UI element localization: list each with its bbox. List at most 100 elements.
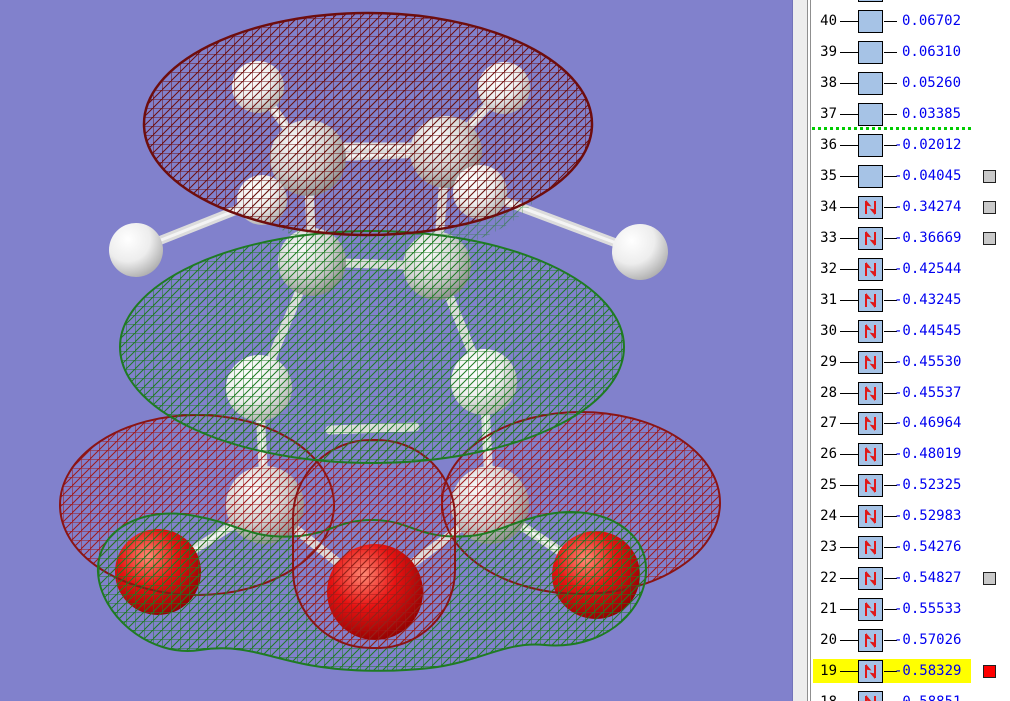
level-line-left [840, 640, 858, 642]
orbital-box-icon[interactable] [858, 659, 883, 683]
orbital-number: 22 [820, 570, 837, 587]
orbital-box-icon[interactable] [858, 288, 883, 312]
orbital-number: 37 [820, 106, 837, 123]
positive-lobe-top [142, 11, 594, 237]
orbital-row[interactable]: 23 -0.54276 [811, 532, 1010, 563]
orbital-checkbox[interactable] [983, 572, 996, 586]
orbital-list[interactable]: 41 40 0.06702 39 [811, 0, 1010, 701]
spin-pair-icon [865, 694, 876, 701]
orbital-energy: -0.58851 [894, 694, 961, 701]
orbital-box-icon[interactable] [858, 350, 883, 374]
spin-pair-icon [865, 261, 876, 277]
orbital-box-icon[interactable] [858, 505, 883, 529]
orbital-row[interactable]: 21 -0.55533 [811, 594, 1010, 625]
orbital-row[interactable]: 29 -0.45530 [811, 347, 1010, 378]
orbital-energy: -0.42544 [894, 260, 962, 277]
orbital-number: 36 [820, 137, 837, 153]
orbital-energy: -0.45537 [894, 384, 962, 401]
orbital-box-icon[interactable] [858, 257, 883, 281]
spin-pair-icon [865, 602, 876, 618]
orbital-row[interactable]: 27 -0.46964 [811, 408, 1010, 439]
orbital-number: 35 [820, 167, 837, 184]
orbital-number: 18 [815, 694, 837, 701]
orbital-number: 28 [820, 384, 837, 401]
orbital-row[interactable]: 34 -0.34274 [811, 192, 1010, 223]
orbital-box-icon[interactable] [858, 72, 883, 96]
orbital-row[interactable]: 32 -0.42544 [811, 254, 1010, 285]
orbital-box-icon[interactable] [858, 195, 883, 219]
virtual-occupied-divider [812, 127, 974, 131]
orbital-row[interactable]: 18 -0.58851 [811, 687, 1010, 701]
orbital-box-icon[interactable] [858, 690, 883, 701]
level-line-left [840, 454, 858, 456]
orbital-row[interactable]: 28 -0.45537 [811, 378, 1010, 409]
orbital-row[interactable]: 36 -0.02012 [811, 130, 1010, 161]
molecule-viewport[interactable] [0, 0, 792, 701]
orbital-box-icon[interactable] [858, 381, 883, 405]
orbital-box-icon[interactable] [858, 41, 883, 65]
spin-pair-icon [865, 633, 876, 649]
orbital-number: 34 [820, 198, 837, 215]
orbital-box-icon[interactable] [858, 10, 883, 34]
level-line-left [840, 21, 858, 23]
orbital-energy: -0.52983 [894, 508, 962, 525]
level-line-left [840, 547, 858, 549]
orbital-number: 21 [820, 601, 837, 618]
orbital-box-icon[interactable] [858, 412, 883, 436]
spin-pair-icon [865, 292, 876, 308]
orbital-row[interactable]: 24 -0.52983 [811, 501, 1010, 532]
orbital-box-icon[interactable] [858, 567, 883, 591]
orbital-energy: -0.02012 [894, 137, 962, 153]
orbital-box-icon[interactable] [858, 474, 883, 498]
orbital-row[interactable]: 37 0.03385 [811, 99, 1010, 130]
level-line-left [840, 268, 858, 270]
level-line-left [840, 578, 858, 580]
orbital-row[interactable]: 38 0.05260 [811, 68, 1010, 99]
orbital-energy: -0.45530 [894, 353, 962, 370]
orbital-box-icon[interactable] [858, 103, 883, 127]
orbital-row[interactable]: 40 0.06702 [811, 6, 1010, 37]
level-line-left [840, 83, 858, 85]
orbital-row[interactable]: 35 -0.04045 [811, 161, 1010, 192]
level-line-right [884, 52, 897, 54]
orbital-box-icon[interactable] [858, 536, 883, 560]
level-line-left [840, 299, 858, 301]
orbital-box-icon[interactable] [858, 226, 883, 250]
orbital-row[interactable]: 22 -0.54827 [811, 563, 1010, 594]
level-line-left [840, 516, 858, 518]
orbital-row[interactable]: 39 0.06310 [811, 37, 1010, 68]
orbital-box-icon[interactable] [858, 319, 883, 343]
spin-pair-icon [865, 230, 876, 246]
negative-lobe-middle [119, 230, 625, 464]
orbital-checkbox[interactable] [983, 231, 996, 245]
orbital-checkbox[interactable] [983, 169, 996, 183]
orbital-energy: 0.05260 [902, 75, 962, 92]
orbital-box-icon[interactable] [858, 629, 883, 653]
orbital-energy: -0.36669 [894, 229, 962, 246]
orbital-box-icon[interactable] [858, 134, 883, 157]
orbital-number: 25 [820, 477, 837, 494]
orbital-energy: -0.34274 [894, 198, 962, 215]
orbital-row[interactable]: 31 -0.43245 [811, 285, 1010, 316]
orbital-row[interactable]: 20 -0.57026 [811, 625, 1010, 656]
level-line-left [840, 175, 858, 177]
orbital-row[interactable]: 19 -0.58329 [811, 656, 1010, 687]
orbital-box-icon[interactable] [858, 164, 883, 188]
orbital-box-icon[interactable] [858, 0, 883, 3]
orbital-row[interactable]: 30 -0.44545 [811, 316, 1010, 347]
orbital-box-icon[interactable] [858, 598, 883, 622]
orbital-row[interactable]: 26 -0.48019 [811, 439, 1010, 470]
hydrogen-atom [612, 224, 668, 280]
level-line-left [840, 330, 858, 332]
orbital-number: 31 [820, 291, 837, 308]
level-line-left [840, 609, 858, 611]
orbital-box-icon[interactable] [858, 443, 883, 467]
level-line-right [884, 114, 897, 116]
orbital-energy: 0.03385 [902, 106, 962, 123]
orbital-checkbox[interactable] [983, 200, 996, 214]
orbital-checkbox[interactable] [983, 664, 996, 678]
hydrogen-atom [109, 223, 163, 277]
orbital-row[interactable]: 33 -0.36669 [811, 223, 1010, 254]
orbital-row[interactable]: 25 -0.52325 [811, 470, 1010, 501]
orbital-number: 40 [820, 13, 837, 30]
